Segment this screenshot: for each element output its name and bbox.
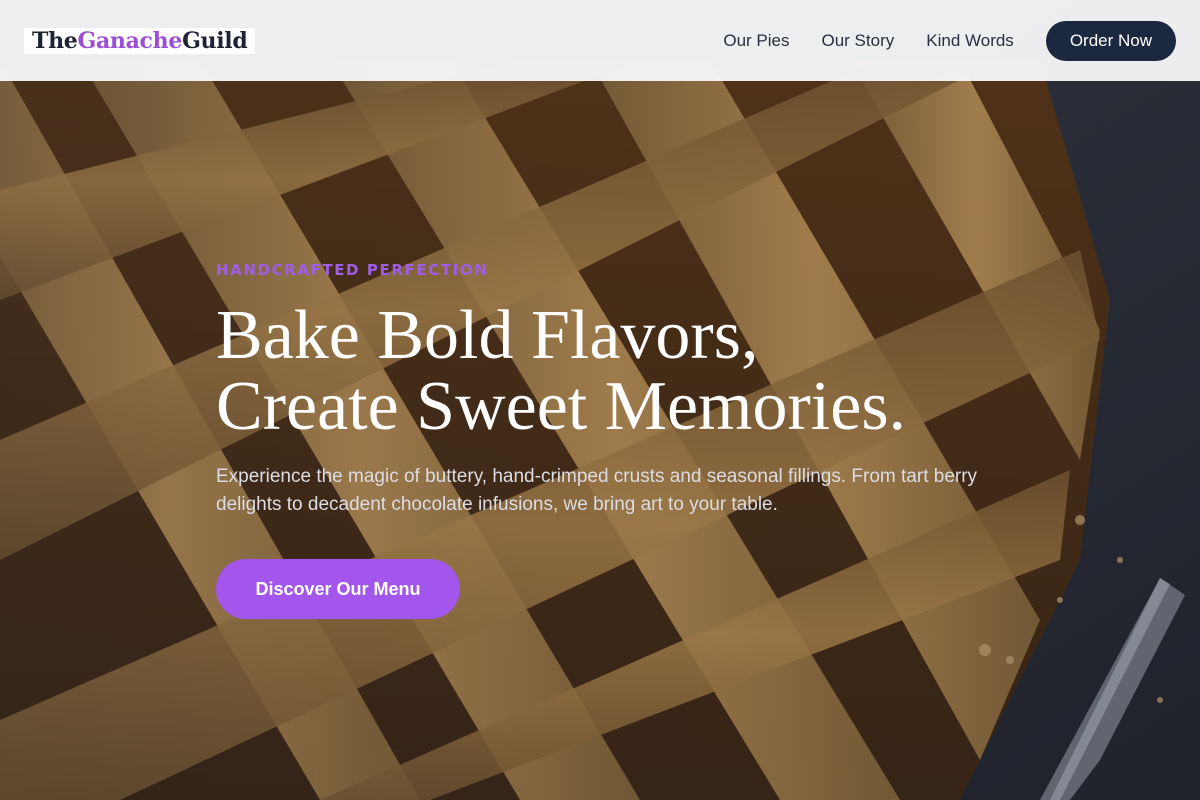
discover-menu-button[interactable]: Discover Our Menu	[216, 559, 460, 619]
hero-subtext: Experience the magic of buttery, hand-cr…	[216, 466, 978, 515]
logo-text-part1: The	[32, 27, 78, 54]
hero-headline: Bake Bold Flavors, Create Sweet Memories…	[216, 300, 1016, 442]
site-header: The Ganache Guild Our Pies Our Story Kin…	[0, 0, 1200, 81]
logo-text-accent: Ganache	[77, 27, 183, 54]
logo-text-part3: Guild	[182, 27, 248, 54]
hero-eyebrow: HANDCRAFTED PERFECTION	[216, 261, 489, 279]
main-nav: Our Pies Our Story Kind Words Order Now	[723, 20, 1176, 61]
logo[interactable]: The Ganache Guild	[24, 27, 256, 54]
nav-link-our-pies[interactable]: Our Pies	[723, 31, 789, 51]
hero-headline-line2: Create Sweet Memories.	[216, 368, 907, 445]
nav-link-kind-words[interactable]: Kind Words	[926, 31, 1014, 51]
hero-content: HANDCRAFTED PERFECTION Bake Bold Flavors…	[216, 258, 1016, 619]
hero-headline-line1: Bake Bold Flavors,	[216, 297, 759, 374]
nav-link-our-story[interactable]: Our Story	[822, 31, 895, 51]
order-now-button[interactable]: Order Now	[1045, 20, 1176, 61]
